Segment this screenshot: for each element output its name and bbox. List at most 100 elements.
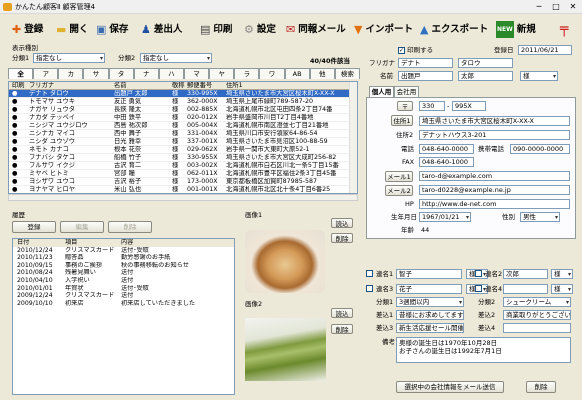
list-item[interactable]: 2010/01/01 年賀状 送付･受取 bbox=[13, 285, 234, 293]
fax-field[interactable]: 048-640-1000 bbox=[419, 157, 474, 167]
kana-tab-4[interactable]: タ bbox=[108, 68, 134, 79]
toolbar-button-1[interactable]: ▬ 開く bbox=[56, 21, 88, 38]
class1-detail-select[interactable]: 3週間以内 bbox=[396, 297, 464, 307]
memo-field[interactable]: 奥様の誕生日は1970年10月28日 お子さんの誕生日は1992年7月1日 bbox=[396, 337, 571, 363]
table-row[interactable]: ● デナト タロウ 出題戸 太郎 様 330-995X 埼玉県さいたま市大宮区桜木町X-X… bbox=[9, 90, 357, 98]
zip2-field[interactable]: 995X bbox=[452, 101, 486, 111]
history-delete-button[interactable]: 削除 bbox=[108, 221, 152, 233]
kana-tab-1[interactable]: ア bbox=[33, 68, 59, 79]
table-row[interactable]: ● フナバシ タケコ 船橋 竹子 様 330-955X 埼玉県さいたま市大宮区大成町256… bbox=[9, 154, 357, 162]
joint4-honorific[interactable]: 様 bbox=[551, 284, 573, 294]
honorific-select[interactable]: 様 bbox=[520, 71, 558, 81]
list-item[interactable]: 2009/12/24 クリスマスカード 送付 bbox=[13, 292, 234, 300]
grid-scrollbar[interactable] bbox=[349, 82, 357, 193]
kana-tab-12[interactable]: 他 bbox=[309, 68, 335, 79]
toolbar-button-6[interactable]: ✉ 同報メール bbox=[286, 21, 346, 38]
kana-tab-13[interactable]: 検索 bbox=[334, 68, 360, 79]
kana-tab-5[interactable]: ナ bbox=[133, 68, 159, 79]
image1-load-button[interactable]: 読込 bbox=[331, 218, 353, 228]
mail1-button[interactable]: メール1 bbox=[385, 171, 413, 182]
mail2-field[interactable]: taro-d0228@example.ne.jp bbox=[419, 185, 570, 195]
name-first-field[interactable]: 太郎 bbox=[458, 71, 513, 81]
hp-field[interactable]: http://www.de-net.com bbox=[419, 199, 570, 209]
table-row[interactable]: ● ヨシザワ ユウコ 吉沢 裕子 様 173-000X 東京都板橋区加賀町87985-58… bbox=[9, 178, 357, 186]
close-button[interactable]: ✕ bbox=[566, 1, 580, 12]
tab-personal[interactable]: 個人用 bbox=[369, 86, 394, 97]
history-edit-button[interactable]: 編集 bbox=[60, 221, 104, 233]
list-item[interactable]: 2010/08/24 残暑見舞い 送付 bbox=[13, 269, 234, 277]
table-row[interactable]: ● ニシジマ ユウジロウ 西島 祐次郎 様 005-004X 北海道札幌市南区澄並七丁目2… bbox=[9, 122, 357, 130]
address2-field[interactable]: デナットハウス3-201 bbox=[419, 130, 570, 140]
name-last-field[interactable]: 出題戸 bbox=[398, 71, 453, 81]
toolbar-button-9[interactable]: NEW 新規 bbox=[496, 21, 536, 38]
kana-tab-7[interactable]: マ bbox=[183, 68, 210, 79]
table-row[interactable]: ● トモマサ ユウキ 友正 勇気 様 362-000X 埼玉県上尾市緑町789-587-2… bbox=[9, 98, 357, 106]
history-list[interactable]: 日付 項目 内容 2010/12/24 クリスマスカード 送付･受取 2010/11/23 贈… bbox=[12, 238, 235, 395]
toolbar-button-5[interactable]: ⚙ 設定 bbox=[244, 21, 276, 38]
mail1-field[interactable]: taro-d@example.com bbox=[419, 171, 570, 181]
insert4-field[interactable] bbox=[503, 323, 571, 333]
table-row[interactable]: ● ネモト カナコ 根本 花奈 様 029-062X 岩手県一関市大東町大原52-1 bbox=[9, 146, 357, 154]
sex-select[interactable]: 男性 bbox=[520, 212, 560, 222]
zip-button[interactable]: 〒 bbox=[397, 101, 413, 111]
kana-tab-10[interactable]: ワ bbox=[259, 68, 285, 79]
tab-company[interactable]: 会社用 bbox=[394, 86, 419, 97]
joint4-field[interactable] bbox=[503, 284, 548, 294]
customer-grid[interactable]: 印刷 フリガナ 名前 敬称 郵便番号 住所1 ● デナト タロウ 出題戸 太郎様 330-995X… bbox=[8, 81, 358, 194]
list-item[interactable]: 2010/04/10 入学祝い 送付 bbox=[13, 277, 234, 285]
tel-field[interactable]: 048-640-0000 bbox=[419, 144, 474, 154]
send-mail-button[interactable]: 選択中の会社情報をメール送信 bbox=[396, 381, 504, 393]
history-header[interactable]: 日付 項目 内容 bbox=[13, 239, 234, 247]
furigana-last-field[interactable]: デナト bbox=[398, 58, 453, 68]
mobile-field[interactable]: 090-0000-0000 bbox=[510, 144, 570, 154]
kana-tab-0[interactable]: 全 bbox=[8, 68, 34, 79]
birthdate-select[interactable]: 1967/01/21 bbox=[419, 212, 471, 222]
table-row[interactable]: ● フルサワ イクジ 古沢 育二 様 003-002X 北海道札幌市白石区川北一条5丁目1… bbox=[9, 162, 357, 170]
list-item[interactable]: 2009/10/10 初来店 初来店していただきました bbox=[13, 300, 234, 308]
kana-tab-3[interactable]: サ bbox=[83, 68, 109, 79]
joint2-checkbox[interactable] bbox=[475, 270, 482, 279]
maximize-button[interactable]: □ bbox=[549, 1, 563, 12]
joint4-checkbox[interactable] bbox=[475, 285, 482, 294]
history-add-button[interactable]: 登録 bbox=[12, 221, 56, 233]
table-row[interactable]: ● ニシダ ユウゾウ 日光 雅幸 様 337-001X 埼玉県さいたま市見沼区100-88… bbox=[9, 138, 357, 146]
joint3-checkbox[interactable] bbox=[366, 285, 373, 294]
class1-select[interactable]: 指定なし bbox=[33, 53, 105, 63]
zip1-field[interactable]: 330 bbox=[419, 101, 445, 111]
kana-tab-8[interactable]: ヤ bbox=[209, 68, 235, 79]
image1-delete-button[interactable]: 削除 bbox=[331, 233, 353, 243]
kana-tab-6[interactable]: ハ bbox=[158, 68, 184, 79]
joint2-field[interactable]: 次郎 bbox=[503, 269, 548, 279]
mail2-button[interactable]: メール2 bbox=[385, 185, 413, 196]
table-row[interactable]: ● ミヤベ ヒトミ 宮部 瞳 様 062-011X 北海道札幌市豊平区福住2条3丁目45番 bbox=[9, 170, 357, 178]
toolbar-button-0[interactable]: ✚ 登録 bbox=[12, 21, 43, 38]
registered-date-field[interactable]: 2011/06/21 bbox=[518, 45, 572, 55]
insert1-field[interactable]: 昔様にお求めしてます bbox=[396, 310, 464, 320]
image2-load-button[interactable]: 読込 bbox=[331, 308, 353, 318]
insert3-field[interactable]: 新生活応援セール開催 bbox=[396, 323, 464, 333]
table-row[interactable]: ● ナカダ テッペイ 中田 鉄平 様 020-012X 岩手県盛岡市川目T2丁目4番地 bbox=[9, 114, 357, 122]
toolbar-button-7[interactable]: ▼ インポート bbox=[354, 21, 413, 38]
toolbar-button-2[interactable]: ▣ 保存 bbox=[96, 21, 128, 38]
list-item[interactable]: 2010/11/23 贈答品 勤労感謝のお手紙 bbox=[13, 254, 234, 262]
table-row[interactable]: ● ヨナヤマ ヒロヤ 米山 弘也 様 001-001X 北海道札幌市北区北十条4丁目6番2… bbox=[9, 186, 357, 193]
list-item[interactable]: 2010/12/24 クリスマスカード 送付･受取 bbox=[13, 247, 234, 255]
grid-hscrollbar[interactable] bbox=[8, 194, 358, 201]
class2-select[interactable]: 指定なし bbox=[140, 53, 212, 63]
list-item[interactable]: 2010/09/15 事務のご挨拶 秋の事務移転のお知らせ bbox=[13, 262, 234, 270]
furigana-first-field[interactable]: タロウ bbox=[458, 58, 513, 68]
kana-tab-11[interactable]: AB bbox=[284, 68, 310, 79]
toolbar-button-4[interactable]: ▤ 印刷 bbox=[200, 21, 232, 38]
table-row[interactable]: ● ニシナカ マイコ 西中 舞子 様 331-004X 埼玉県川口市安行領家64-86-5… bbox=[9, 130, 357, 138]
address1-button[interactable]: 住所1 bbox=[391, 115, 413, 126]
joint1-field[interactable]: 智子 bbox=[396, 269, 462, 279]
insert2-field[interactable]: 商業取りがとうございまし bbox=[503, 310, 571, 320]
table-row[interactable]: ● ナガヤ リュウタ 長鋏 隆太 様 002-885X 北海道札幌市北区屯田四条2丁目74… bbox=[9, 106, 357, 114]
class2-detail-select[interactable]: シュークリーム bbox=[503, 297, 571, 307]
delete-customer-button[interactable]: 削除 bbox=[526, 381, 556, 393]
kana-tab-2[interactable]: カ bbox=[58, 68, 84, 79]
address1-field[interactable]: 埼玉県さいたま市大宮区桜木町X-XX-X bbox=[419, 116, 570, 126]
minimize-button[interactable]: ─ bbox=[532, 1, 546, 12]
toolbar-button-8[interactable]: ▲ エクスポート bbox=[420, 21, 488, 38]
image2-delete-button[interactable]: 削除 bbox=[331, 324, 353, 334]
